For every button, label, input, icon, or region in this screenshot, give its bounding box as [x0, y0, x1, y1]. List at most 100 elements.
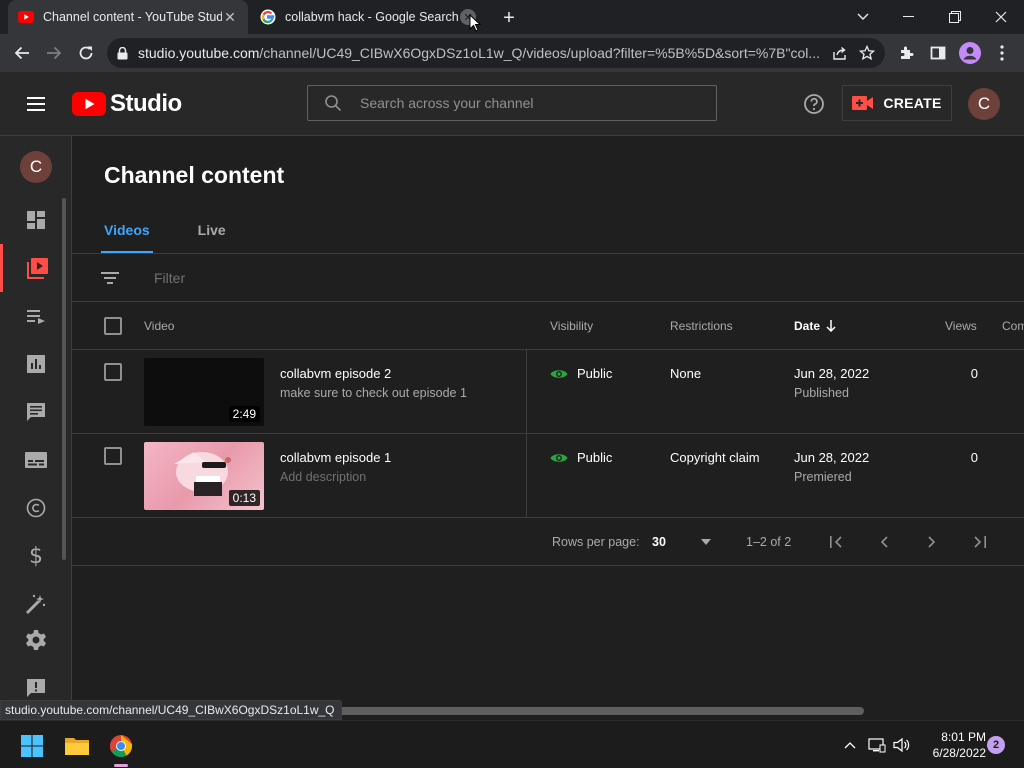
visibility-cell[interactable]: Public — [550, 366, 612, 381]
side-panel-icon[interactable] — [924, 39, 952, 67]
date-cell: Jun 28, 2022 — [794, 366, 870, 381]
table-row[interactable]: 0:13 collabvm episode 1 Add description … — [72, 434, 1024, 518]
account-avatar[interactable]: C — [968, 88, 1000, 120]
column-comments[interactable]: Com — [1002, 319, 1024, 333]
search-input[interactable] — [360, 95, 700, 111]
minimize-button[interactable] — [886, 0, 932, 34]
content-tabs: Videos Live — [101, 214, 274, 254]
browser-tab-google-search[interactable]: collabvm hack - Google Search ✕ — [250, 0, 486, 34]
studio-header: Studio CREATE C — [0, 72, 1024, 136]
clock-time: 8:01 PM — [941, 730, 986, 744]
video-thumbnail[interactable]: 0:13 — [144, 442, 264, 510]
eye-icon — [550, 368, 568, 380]
restrictions-cell[interactable]: Copyright claim — [670, 450, 760, 465]
comments-icon — [26, 402, 46, 422]
tab-live[interactable]: Live — [198, 214, 226, 254]
tab-title: Channel content - YouTube Studio — [43, 10, 222, 24]
studio-logo[interactable]: Studio — [72, 89, 182, 119]
address-bar[interactable]: studio.youtube.com/channel/UC49_CIBwX6Og… — [107, 38, 885, 68]
windows-start-icon[interactable] — [15, 729, 49, 763]
show-hidden-icons-icon[interactable] — [840, 735, 860, 755]
extensions-icon[interactable] — [892, 39, 920, 67]
rows-per-page-select[interactable]: 30 — [652, 535, 666, 549]
column-visibility[interactable]: Visibility — [550, 319, 593, 333]
video-title[interactable]: collabvm episode 2 — [280, 366, 391, 381]
network-icon[interactable] — [867, 735, 887, 755]
restore-button[interactable] — [932, 0, 978, 34]
filter-icon[interactable] — [100, 270, 122, 286]
back-button[interactable] — [8, 39, 36, 67]
eye-icon — [550, 452, 568, 464]
next-page-icon[interactable] — [920, 530, 944, 554]
previous-page-icon[interactable] — [872, 530, 896, 554]
column-views[interactable]: Views — [945, 319, 977, 333]
page-range: 1–2 of 2 — [746, 535, 792, 549]
mouse-cursor-icon — [469, 14, 481, 32]
column-video: Video — [144, 319, 175, 333]
column-restrictions: Restrictions — [670, 319, 733, 333]
analytics-icon — [26, 354, 46, 374]
sidebar-item-settings[interactable] — [0, 616, 72, 664]
column-date[interactable]: Date — [794, 319, 836, 333]
table-header: Video Visibility Restrictions Date Views… — [72, 302, 1024, 350]
sidebar-scrollbar[interactable] — [62, 198, 66, 560]
sidebar: C $ — [0, 136, 72, 720]
date-status: Published — [794, 386, 849, 400]
taskbar-clock[interactable]: 8:01 PM 6/28/2022 — [916, 729, 986, 761]
sort-descending-icon[interactable] — [826, 320, 836, 332]
bookmark-star-icon[interactable] — [853, 39, 881, 67]
select-all-checkbox[interactable] — [104, 317, 122, 335]
chrome-menu-icon[interactable] — [988, 39, 1016, 67]
channel-search[interactable] — [307, 85, 717, 121]
chrome-taskbar-icon[interactable] — [104, 729, 138, 763]
url-text: studio.youtube.com/channel/UC49_CIBwX6Og… — [138, 45, 825, 61]
file-explorer-icon[interactable] — [60, 729, 94, 763]
channel-avatar[interactable]: C — [20, 151, 52, 183]
browser-tab-youtube-studio[interactable]: Channel content - YouTube Studio ✕ — [8, 0, 248, 34]
forward-button[interactable] — [40, 39, 68, 67]
tab-videos[interactable]: Videos — [101, 214, 153, 254]
video-thumbnail[interactable]: 2:49 — [144, 358, 264, 426]
youtube-logo-icon — [72, 92, 106, 116]
help-icon[interactable] — [802, 92, 826, 116]
close-window-button[interactable] — [978, 0, 1024, 34]
lock-icon[interactable] — [117, 46, 128, 60]
last-page-icon[interactable] — [968, 530, 992, 554]
browser-toolbar: studio.youtube.com/channel/UC49_CIBwX6Og… — [0, 34, 1024, 72]
rows-per-page-label: Rows per page: — [552, 535, 640, 549]
reload-button[interactable] — [72, 39, 100, 67]
filter-bar — [72, 254, 1024, 302]
volume-icon[interactable] — [892, 735, 912, 755]
add-description-link[interactable]: Add description — [280, 470, 366, 484]
active-app-indicator — [114, 764, 128, 767]
row-checkbox[interactable] — [104, 447, 122, 465]
hamburger-menu-icon[interactable] — [24, 92, 48, 116]
dashboard-icon — [26, 210, 46, 230]
first-page-icon[interactable] — [824, 530, 848, 554]
url-host: studio.youtube.com — [138, 45, 260, 61]
filter-input[interactable] — [154, 270, 554, 286]
share-icon[interactable] — [825, 39, 853, 67]
visibility-cell[interactable]: Public — [550, 450, 612, 465]
dropdown-arrow-icon[interactable] — [694, 530, 718, 554]
horizontal-scrollbar[interactable] — [338, 707, 864, 715]
video-duration: 0:13 — [228, 490, 260, 506]
column-date-label: Date — [794, 319, 821, 333]
feedback-icon — [26, 678, 46, 698]
pagination: Rows per page: 30 1–2 of 2 — [72, 518, 1024, 566]
row-checkbox[interactable] — [104, 363, 122, 381]
views-cell: 0 — [970, 450, 978, 465]
tab-search-icon[interactable] — [840, 0, 886, 34]
create-video-icon — [852, 95, 874, 111]
create-button[interactable]: CREATE — [842, 85, 952, 121]
video-duration: 2:49 — [228, 406, 260, 422]
gear-icon — [25, 629, 47, 651]
tab-title: collabvm hack - Google Search — [285, 10, 459, 24]
profile-icon[interactable] — [956, 39, 984, 67]
table-row[interactable]: 2:49 collabvm episode 2 make sure to che… — [72, 350, 1024, 434]
clock-date: 6/28/2022 — [932, 746, 986, 760]
video-title[interactable]: collabvm episode 1 — [280, 450, 391, 465]
notification-badge[interactable]: 2 — [987, 736, 1005, 754]
close-tab-icon[interactable]: ✕ — [222, 9, 238, 25]
new-tab-button[interactable]: + — [498, 7, 520, 29]
